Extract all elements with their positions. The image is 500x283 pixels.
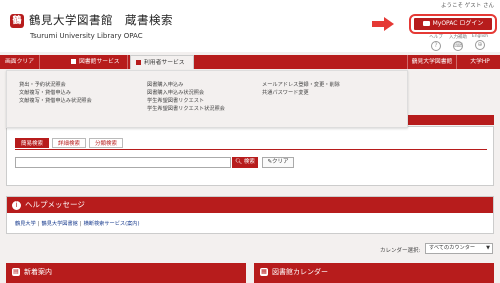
search-button[interactable]: 🔍︎ 検索 — [232, 157, 258, 168]
dropdown-col-3: メールアドレス登録・変更・削除 共通パスワード変更 — [262, 81, 340, 97]
help-link[interactable]: ヘルプ ? — [426, 34, 446, 51]
calendar-icon: ▦ — [260, 268, 268, 276]
menu-item[interactable]: 貸出・予約状況照会 — [19, 81, 92, 89]
myopac-highlight: MyOPAC ログイン — [409, 14, 497, 34]
dropdown-col-1: 貸出・予約状況照会 文献複写・貸借申込み 文献複写・貸借申込み状況照会 — [19, 81, 92, 105]
nav-library-home[interactable]: 鶴見大学図書館 — [407, 55, 457, 69]
globe-icon: ⊕ — [475, 40, 485, 50]
input-assist-link[interactable]: 入力補助 ⌨ — [448, 34, 468, 51]
help-message-panel: i ヘルプメッセージ 鶴見大学 | 鶴見大学図書館 | 横断検索サービス(案内) — [6, 196, 494, 234]
book-icon — [71, 59, 76, 64]
separator: | — [37, 221, 40, 227]
help-label: ヘルプ — [429, 35, 443, 40]
menu-item[interactable]: 共通パスワード変更 — [262, 89, 340, 97]
menu-item[interactable]: 文献複写・貸借申込み — [19, 89, 92, 97]
login-icon — [422, 21, 430, 26]
separator: | — [79, 221, 82, 227]
menu-item[interactable]: メールアドレス登録・変更・削除 — [262, 81, 340, 89]
welcome-text: ようこそ ゲスト さん — [441, 3, 494, 9]
header-icons: ヘルプ ? 入力補助 ⌨ English ⊕ — [426, 34, 496, 52]
chevron-down-icon: ▼ — [486, 245, 490, 251]
menu-item[interactable]: 学生希望図書リクエスト状況照会 — [147, 105, 225, 113]
calendar-select-label: カレンダー選択: — [380, 248, 421, 254]
keyboard-icon: ⌨ — [453, 41, 463, 51]
news-title: 新着案内 — [24, 268, 52, 276]
search-icon: 🔍︎ — [235, 159, 243, 165]
site-header: ようこそ ゲスト さん 鶴 鶴見大学図書館 蔵書検索 Tsurumi Unive… — [0, 0, 500, 52]
nav-clear[interactable]: 画面クリア — [0, 55, 40, 69]
dropdown-col-2: 図書購入申込み 図書購入申込み状況照会 学生希望図書リクエスト 学生希望図書リク… — [147, 81, 225, 113]
calendar-select-value: すべてのカウンター — [429, 245, 476, 251]
nav-library-services-label: 図書館サービス — [79, 59, 120, 65]
nav-library-services[interactable]: 図書館サービス — [66, 55, 128, 69]
clear-button[interactable]: ✎クリア — [262, 157, 294, 168]
newspaper-icon: ▤ — [12, 268, 20, 276]
search-panel: 簡易検索 詳細検索 分類検索 🔍︎ 検索 ✎クリア — [6, 126, 494, 186]
english-link[interactable]: English ⊕ — [470, 34, 490, 50]
menu-item[interactable]: 図書購入申込み — [147, 81, 225, 89]
myopac-login-label: MyOPAC ログイン — [432, 20, 484, 27]
menu-item[interactable]: 文献複写・貸借申込み状況照会 — [19, 97, 92, 105]
main-nav: 画面クリア 図書館サービス 利用者サービス 鶴見大学図書館 大学HP — [0, 55, 500, 69]
tab-advanced-search[interactable]: 詳細検索 — [52, 138, 86, 148]
help-icon: ? — [431, 41, 441, 51]
search-input[interactable] — [15, 157, 231, 168]
english-label: English — [471, 34, 489, 39]
nav-university-hp[interactable]: 大学HP — [460, 55, 500, 69]
calendar-select[interactable]: すべてのカウンター ▼ — [425, 243, 493, 254]
user-services-dropdown: 貸出・予約状況照会 文献複写・貸借申込み 文献複写・貸借申込み状況照会 図書購入… — [6, 70, 408, 128]
red-arrow-icon — [372, 17, 394, 31]
site-title: 鶴見大学図書館 蔵書検索 — [29, 13, 173, 27]
library-logo-icon: 鶴 — [10, 14, 24, 28]
library-calendar-title: 図書館カレンダー — [272, 268, 328, 276]
nav-user-services[interactable]: 利用者サービス — [130, 55, 194, 69]
menu-item[interactable]: 図書購入申込み状況照会 — [147, 89, 225, 97]
link-cross-search[interactable]: 横断検索サービス(案内) — [84, 221, 140, 227]
menu-item[interactable]: 学生希望図書リクエスト — [147, 97, 225, 105]
calendar-section-header: ▦ 図書館カレンダー — [254, 263, 494, 283]
help-message-title: ヘルプメッセージ — [25, 200, 85, 209]
myopac-login-button[interactable]: MyOPAC ログイン — [414, 18, 492, 30]
tab-classification-search[interactable]: 分類検索 — [89, 138, 123, 148]
help-message-header: i ヘルプメッセージ — [7, 197, 493, 213]
link-tsurumi-library[interactable]: 鶴見大学図書館 — [42, 221, 78, 227]
news-section-header: ▤ 新着案内 — [6, 263, 246, 283]
site-subtitle: Tsurumi University Library OPAC — [30, 32, 143, 40]
clear-button-label: クリア — [272, 159, 289, 165]
search-button-label: 検索 — [243, 159, 255, 165]
nav-user-services-label: 利用者サービス — [144, 60, 185, 66]
link-tsurumi-university[interactable]: 鶴見大学 — [15, 221, 36, 227]
tab-simple-search[interactable]: 簡易検索 — [15, 138, 49, 148]
help-links: 鶴見大学 | 鶴見大学図書館 | 横断検索サービス(案内) — [15, 220, 140, 227]
tab-divider — [15, 149, 487, 150]
user-icon — [136, 60, 141, 65]
info-icon: i — [12, 200, 21, 210]
input-assist-label: 入力補助 — [449, 35, 467, 40]
